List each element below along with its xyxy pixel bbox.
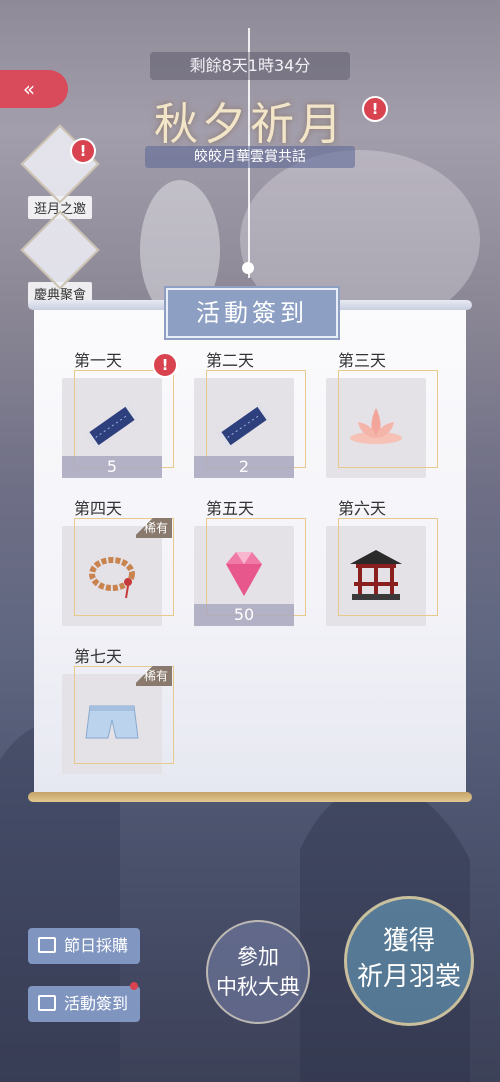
reward-count: 5 — [62, 456, 162, 478]
day-5[interactable]: 第五天 50 — [194, 498, 306, 626]
join-label-line2: 中秋大典 — [216, 975, 300, 999]
festival-shop-button[interactable]: 節日採購 — [28, 928, 140, 964]
signin-panel: 第一天 5 ! 第二天 2 第三天 第四天 稀有 第五天 50 第六天 第七天 … — [34, 310, 466, 794]
alert-icon: ! — [152, 352, 178, 378]
reward-count: 50 — [194, 604, 294, 626]
day-label: 第六天 — [338, 499, 387, 518]
scroll-icon — [84, 402, 140, 450]
obtain-label-line1: 獲得 — [382, 926, 435, 956]
reward-card[interactable]: 稀有 — [62, 666, 174, 774]
festival-shop-label: 節日採購 — [64, 936, 129, 955]
lotus-icon — [350, 408, 402, 444]
day-6[interactable]: 第六天 — [326, 498, 438, 626]
day-4[interactable]: 第四天 稀有 — [62, 498, 174, 626]
event-signin-label: 活動簽到 — [64, 994, 129, 1013]
checkbox-icon — [38, 995, 56, 1011]
obtain-outfit-button[interactable]: 獲得 祈月羽裳 — [344, 896, 474, 1026]
day-label: 第四天 — [74, 499, 123, 518]
side-item-celebration[interactable]: 慶典聚會 — [20, 210, 100, 305]
rare-badge: 稀有 — [136, 666, 172, 686]
double-left-arrow-icon: « — [22, 77, 36, 101]
reward-card[interactable] — [326, 518, 438, 626]
event-timer: 剩餘8天1時34分 — [150, 52, 350, 80]
reward-count: 2 — [194, 456, 294, 478]
info-icon[interactable]: ! — [362, 96, 388, 122]
rare-badge: 稀有 — [136, 518, 172, 538]
reward-card[interactable]: 50 — [194, 518, 306, 626]
basket-icon — [38, 937, 56, 953]
day-3[interactable]: 第三天 — [326, 350, 438, 478]
bracelet-icon — [89, 557, 135, 599]
day-1[interactable]: 第一天 5 ! — [62, 350, 178, 478]
rabbit-icon — [20, 124, 100, 204]
day-label: 第七天 — [74, 647, 123, 666]
reward-card[interactable]: 5 — [62, 370, 174, 478]
day-label: 第五天 — [206, 499, 255, 518]
alert-icon: ! — [70, 138, 96, 164]
join-label-line1: 參加 — [237, 945, 279, 969]
shorts-icon — [85, 705, 139, 739]
panel-title: 活動簽到 — [196, 299, 308, 327]
day-2[interactable]: 第二天 2 — [194, 350, 306, 478]
back-button[interactable]: « — [0, 70, 68, 108]
reward-card[interactable] — [326, 370, 438, 478]
day-label: 第二天 — [206, 351, 255, 370]
reward-card[interactable]: 稀有 — [62, 518, 174, 626]
event-signin-button[interactable]: 活動簽到 — [28, 986, 140, 1022]
notification-dot — [130, 982, 138, 990]
event-title: 秋夕祈月 — [154, 99, 346, 150]
reward-card[interactable]: 2 — [194, 370, 306, 478]
pavilion-icon — [350, 550, 402, 600]
join-festival-button[interactable]: 參加 中秋大典 — [206, 920, 310, 1024]
diamond-icon — [226, 552, 262, 596]
envelope-icon — [20, 210, 100, 290]
scroll-bottom-rod — [28, 792, 472, 802]
day-label: 第三天 — [338, 351, 387, 370]
day-7[interactable]: 第七天 稀有 — [62, 646, 174, 774]
side-item-moon-invite[interactable]: ! 逛月之邀 — [20, 124, 100, 219]
scroll-icon — [216, 402, 272, 450]
event-subtitle: 皎皎月華雲賞共話 — [145, 146, 355, 168]
panel-title-banner: 活動簽到 — [166, 288, 338, 338]
obtain-label-line2: 祈月羽裳 — [356, 962, 461, 992]
